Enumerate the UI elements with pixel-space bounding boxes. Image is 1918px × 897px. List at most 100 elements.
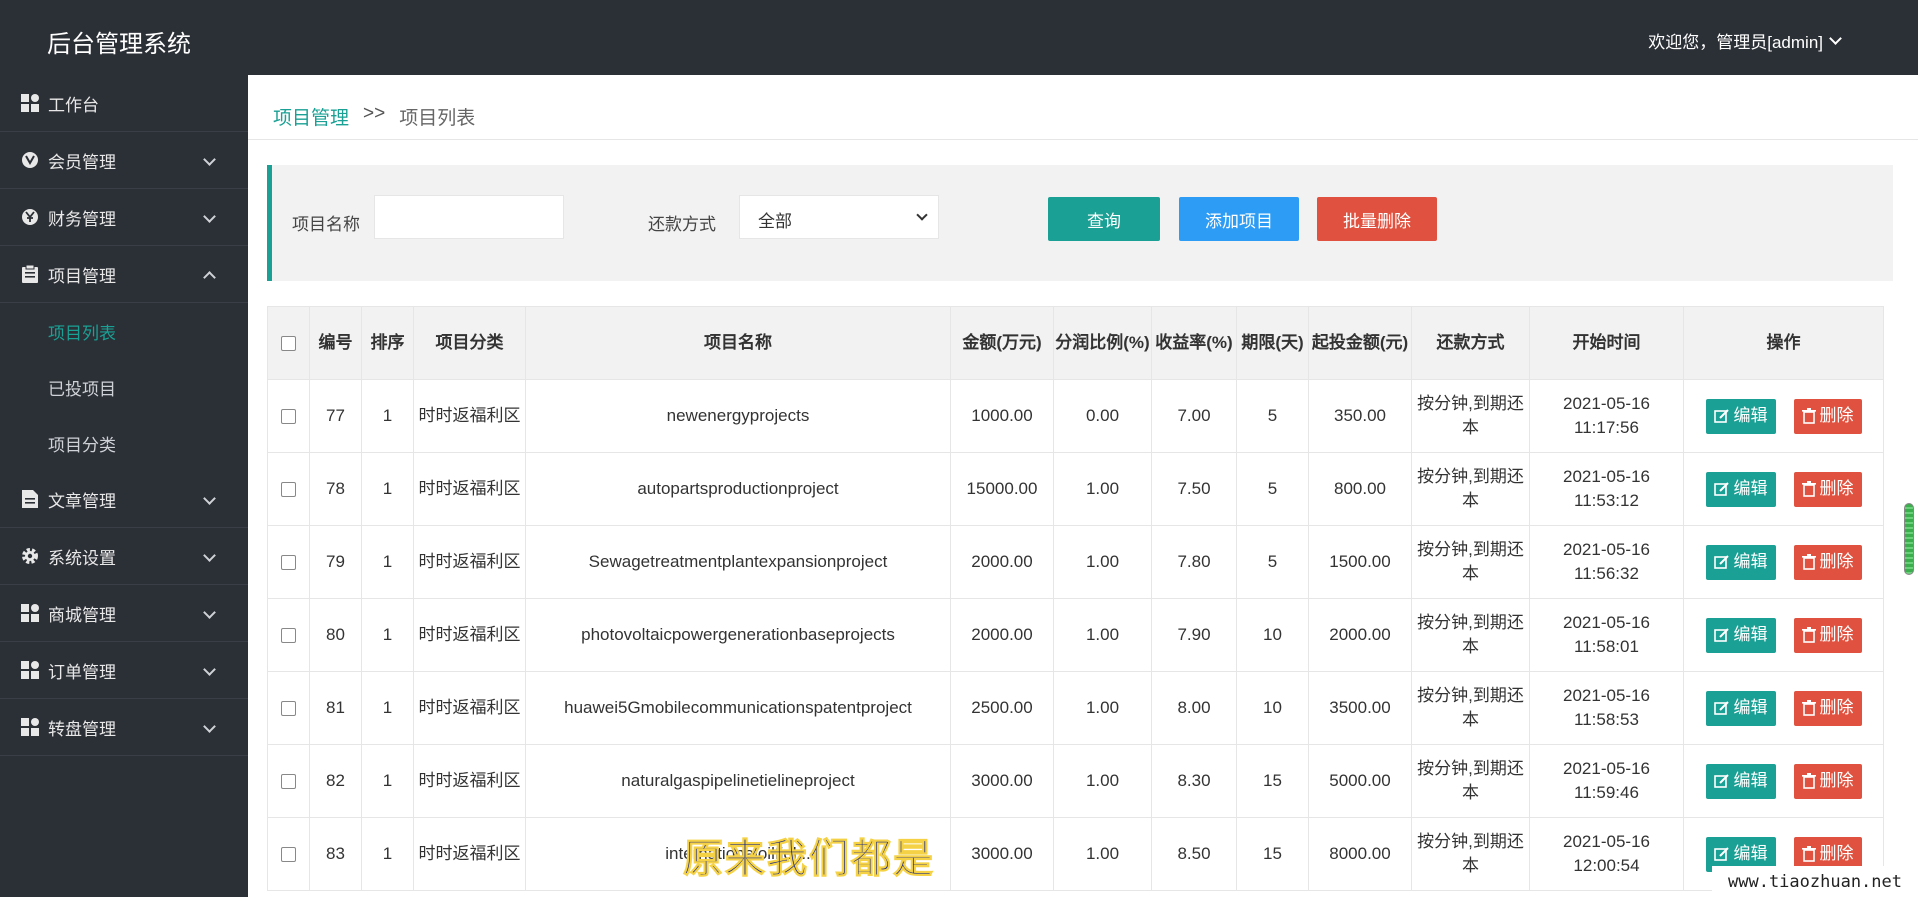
row-select-cell[interactable]: [267, 452, 310, 526]
row-select-cell[interactable]: [267, 598, 310, 672]
cell-term: 15: [1236, 817, 1309, 891]
edit-button[interactable]: 编辑: [1705, 471, 1776, 507]
chevron-down-icon: [203, 492, 216, 505]
delete-button[interactable]: 删除: [1793, 398, 1862, 434]
delete-button[interactable]: 删除: [1793, 544, 1862, 580]
select-all-cell[interactable]: [267, 306, 310, 380]
sidebar-item-projects[interactable]: 项目管理: [0, 246, 248, 303]
delete-button[interactable]: 删除: [1793, 471, 1862, 507]
select-all-checkbox[interactable]: [281, 336, 296, 352]
sidebar-item-orders[interactable]: 订单管理: [0, 642, 248, 699]
edit-button[interactable]: 编辑: [1705, 544, 1776, 580]
cell-category: 时时返福利区: [413, 452, 526, 526]
delete-button[interactable]: 删除: [1793, 617, 1862, 653]
row-checkbox[interactable]: [281, 774, 296, 790]
sidebar-subitem-project-list[interactable]: 项目列表: [0, 303, 248, 359]
cell-min: 1500.00: [1308, 525, 1412, 599]
delete-label: 删除: [1819, 479, 1854, 498]
table-header-row: 编号 排序 项目分类 项目名称 金额(万元) 分润比例(%) 收益率(%) 期限…: [267, 306, 1884, 380]
cell-name: naturalgaspipelinetielineproject: [525, 744, 951, 818]
delete-label: 删除: [1819, 406, 1854, 425]
table-row: 78 1 时时返福利区 autopartsproductionproject 15000…: [267, 452, 1884, 526]
cell-actions: 编辑 删除: [1683, 525, 1884, 599]
add-project-button[interactable]: 添加项目: [1179, 197, 1299, 241]
sidebar-item-wheel[interactable]: 转盘管理: [0, 699, 248, 756]
cell-actions: 编辑 删除: [1683, 452, 1884, 526]
query-button[interactable]: 查询: [1048, 197, 1160, 241]
table-row: 81 1 时时返福利区 huawei5Gmobilecommunicationspat…: [267, 671, 1884, 745]
cell-start: 2021-05-16 11:58:53: [1529, 671, 1684, 745]
delete-button[interactable]: 删除: [1793, 690, 1862, 726]
clipboard-icon: [20, 264, 40, 284]
scrollbar-indicator[interactable]: [1904, 503, 1914, 575]
cell-repay: 按分钟,到期还本: [1411, 452, 1530, 526]
edit-button[interactable]: 编辑: [1705, 617, 1776, 653]
sidebar-item-label: 财务管理: [48, 209, 116, 229]
cell-sort: 1: [361, 525, 414, 599]
cell-sort: 1: [361, 452, 414, 526]
cell-term: 10: [1236, 598, 1309, 672]
delete-button[interactable]: 删除: [1793, 763, 1862, 799]
row-select-cell[interactable]: [267, 525, 310, 599]
cell-category: 时时返福利区: [413, 671, 526, 745]
edit-label: 编辑: [1733, 771, 1768, 790]
row-select-cell[interactable]: [267, 817, 310, 891]
cell-sort: 1: [361, 744, 414, 818]
sidebar-subitem-invested-projects[interactable]: 已投项目: [0, 359, 248, 415]
edit-button[interactable]: 编辑: [1705, 690, 1776, 726]
user-menu[interactable]: 欢迎您，管理员[admin]: [1648, 28, 1842, 53]
row-select-cell[interactable]: [267, 379, 310, 453]
row-checkbox[interactable]: [281, 628, 296, 644]
cell-actions: 编辑 删除: [1683, 744, 1884, 818]
cell-rate: 7.80: [1151, 525, 1237, 599]
dashboard-icon: [20, 660, 40, 680]
cell-id: 80: [309, 598, 362, 672]
row-select-cell[interactable]: [267, 744, 310, 818]
row-checkbox[interactable]: [281, 701, 296, 717]
cell-sort: 1: [361, 379, 414, 453]
edit-button[interactable]: 编辑: [1705, 763, 1776, 799]
row-checkbox[interactable]: [281, 555, 296, 571]
sidebar-item-articles[interactable]: 文章管理: [0, 471, 248, 528]
column-header: 还款方式: [1411, 306, 1530, 380]
chevron-down-icon: [203, 663, 216, 676]
batch-delete-button[interactable]: 批量删除: [1317, 197, 1437, 241]
chevron-down-icon: [203, 549, 216, 562]
gear-icon: [20, 546, 40, 566]
project-name-input[interactable]: [374, 195, 564, 239]
cell-id: 79: [309, 525, 362, 599]
sidebar-item-label: 转盘管理: [48, 719, 116, 739]
cell-name: newenergyprojects: [525, 379, 951, 453]
row-checkbox[interactable]: [281, 482, 296, 498]
sidebar-item-workbench[interactable]: 工作台: [0, 75, 248, 132]
delete-label: 删除: [1819, 698, 1854, 717]
delete-label: 删除: [1819, 844, 1854, 863]
breadcrumb-current: 项目列表: [399, 108, 476, 129]
row-checkbox[interactable]: [281, 409, 296, 425]
sidebar-item-finance[interactable]: 财务管理: [0, 189, 248, 246]
edit-icon: [1713, 481, 1730, 497]
breadcrumb-parent[interactable]: 项目管理: [273, 103, 349, 130]
sidebar-item-mall[interactable]: 商城管理: [0, 585, 248, 642]
cell-repay: 按分钟,到期还本: [1411, 671, 1530, 745]
sidebar-subitem-project-category[interactable]: 项目分类: [0, 415, 248, 471]
sidebar-item-settings[interactable]: 系统设置: [0, 528, 248, 585]
column-header: 分润比例(%): [1053, 306, 1152, 380]
edit-label: 编辑: [1733, 552, 1768, 571]
sidebar-item-label: 工作台: [48, 95, 99, 115]
row-select-cell[interactable]: [267, 671, 310, 745]
table-row: 83 1 时时返福利区 internationaloilfiel... 3000.00 1…: [267, 817, 1884, 891]
edit-button[interactable]: 编辑: [1705, 398, 1776, 434]
edit-icon: [1713, 773, 1730, 789]
row-checkbox[interactable]: [281, 847, 296, 863]
chevron-down-icon: [203, 210, 216, 223]
cell-start: 2021-05-16 11:53:12: [1529, 452, 1684, 526]
cell-min: 5000.00: [1308, 744, 1412, 818]
cell-actions: 编辑 删除: [1683, 379, 1884, 453]
edit-icon: [1713, 627, 1730, 643]
repay-method-select[interactable]: 全部: [739, 195, 939, 239]
search-panel: 项目名称 还款方式 全部 查询 添加项目 批量删除: [267, 165, 1893, 281]
chevron-down-icon: [916, 209, 928, 221]
sidebar-item-members[interactable]: 会员管理: [0, 132, 248, 189]
cell-share: 1.00: [1053, 744, 1152, 818]
